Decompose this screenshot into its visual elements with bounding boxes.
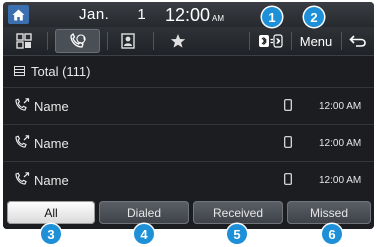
filter-received-label: Received <box>212 205 264 220</box>
tab-favorites[interactable] <box>163 29 193 53</box>
menu-label: Menu <box>299 33 333 49</box>
home-icon <box>12 9 25 20</box>
phone-call-history-screen: Jan. 1 12:00 AM Menu Total (111) Name 12… <box>3 2 374 229</box>
filter-bar: All Dialed Received Missed <box>3 197 374 229</box>
favorites-icon <box>170 34 186 48</box>
clock-ampm: AM <box>212 14 225 23</box>
menu-button[interactable]: Menu <box>295 29 337 53</box>
call-time: 12:00 AM <box>319 100 362 112</box>
tab-divider <box>291 32 292 50</box>
clock-time: 12:00 <box>165 5 211 25</box>
list-icon <box>14 66 25 76</box>
contact-name: Name <box>34 172 69 188</box>
filter-missed-button[interactable]: Missed <box>287 201 371 224</box>
tab-divider <box>153 32 154 50</box>
filter-received-button[interactable]: Received <box>193 201 283 224</box>
tab-bar: Menu <box>3 27 374 56</box>
date-day: 1 <box>137 6 147 23</box>
tab-divider <box>249 32 250 50</box>
back-icon <box>349 35 366 47</box>
back-button[interactable] <box>345 29 371 53</box>
tab-divider <box>341 32 342 50</box>
filter-all-label: All <box>44 205 58 220</box>
callout-badge: 1 <box>262 7 282 27</box>
call-time: 12:00 AM <box>319 174 362 186</box>
outgoing-call-icon <box>15 172 30 185</box>
outgoing-call-icon <box>15 98 30 111</box>
home-button[interactable] <box>8 5 29 24</box>
call-log-row[interactable]: Name 12:00 AM <box>3 125 374 162</box>
outgoing-call-icon <box>15 135 30 148</box>
callout-badge: 2 <box>304 7 324 27</box>
total-count: Total (111) <box>31 64 91 79</box>
tab-divider <box>47 32 48 50</box>
clock: 12:00 AM <box>165 5 224 26</box>
call-history-icon <box>69 33 86 48</box>
tab-call-history[interactable] <box>55 29 100 53</box>
tab-divider <box>107 32 108 50</box>
contact-name: Name <box>34 135 69 151</box>
callout-badge: 4 <box>134 224 154 244</box>
bluetooth-device-button[interactable] <box>255 29 287 53</box>
dialpad-icon <box>16 33 32 49</box>
callout-badge: 6 <box>322 224 342 244</box>
contact-name: Name <box>34 98 69 114</box>
filter-all-button[interactable]: All <box>7 201 95 224</box>
filter-missed-label: Missed <box>309 205 348 220</box>
list-header: Total (111) <box>3 56 374 88</box>
call-log-row[interactable]: Name 12:00 AM <box>3 88 374 125</box>
bluetooth-device-icon <box>259 34 283 48</box>
mobile-phone-icon <box>284 99 292 111</box>
call-time: 12:00 AM <box>319 137 362 149</box>
filter-dialed-label: Dialed <box>126 205 162 220</box>
date-month: Jan. <box>79 6 110 23</box>
contacts-icon <box>121 33 135 49</box>
callout-badge: 5 <box>227 224 247 244</box>
mobile-phone-icon <box>284 136 292 148</box>
tab-contacts[interactable] <box>113 29 143 53</box>
date-display: Jan. 1 <box>79 6 146 23</box>
callout-badge: 3 <box>41 224 61 244</box>
call-log-row[interactable]: Name 12:00 AM <box>3 162 374 199</box>
tab-dialpad[interactable] <box>9 29 39 53</box>
screen: Jan. 1 12:00 AM Menu Total (111) Name 12… <box>0 0 377 247</box>
mobile-phone-icon <box>284 173 292 185</box>
filter-dialed-button[interactable]: Dialed <box>99 201 189 224</box>
